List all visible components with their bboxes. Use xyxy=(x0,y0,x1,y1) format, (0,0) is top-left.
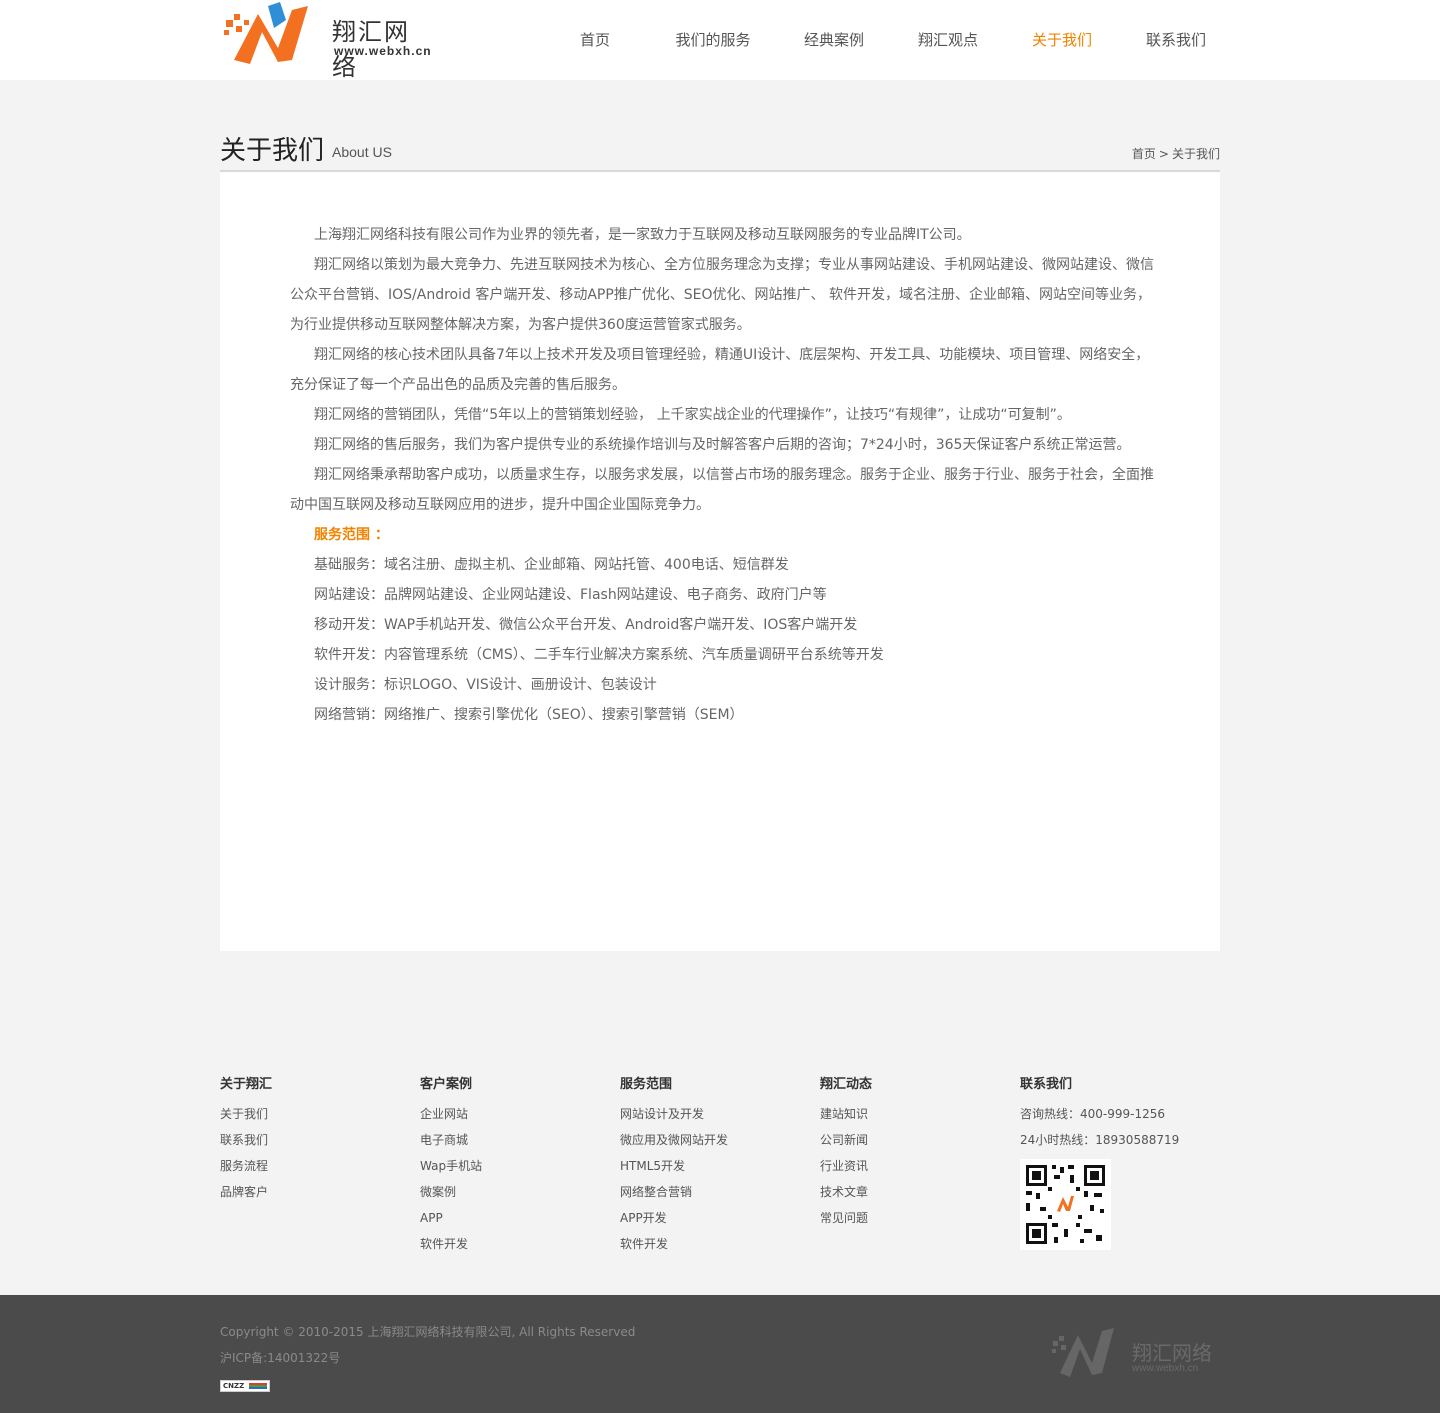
footer-col-title: 服务范围 xyxy=(620,1077,673,1092)
footer-link[interactable]: 网站设计及开发 xyxy=(620,1101,728,1127)
page-title: 关于我们 xyxy=(220,136,325,166)
logo-icon xyxy=(224,2,308,64)
nav-contact[interactable]: 联系我们 xyxy=(1117,0,1235,80)
nav-cases[interactable]: 经典案例 xyxy=(779,0,889,80)
article-paragraph: 翔汇网络秉承帮助客户成功，以质量求生存，以服务求发展，以信誉占市场的服务理念。服… xyxy=(290,467,1154,513)
footer-link[interactable]: 软件开发 xyxy=(420,1231,482,1257)
service-item: 设计服务：标识LOGO、VIS设计、画册设计、包装设计 xyxy=(314,677,657,693)
footer-col-about: 关于翔汇 关于我们 联系我们 服务流程 品牌客户 xyxy=(220,1073,272,1205)
services-heading: 服务范围 ： xyxy=(314,527,389,543)
cnzz-badge[interactable]: CNZZ xyxy=(220,1380,270,1392)
service-item: 软件开发：内容管理系统（CMS）、二手车行业解决方案系统、汽车质量调研平台系统等… xyxy=(314,647,884,663)
article-paragraph: 上海翔汇网络科技有限公司作为业界的领先者，是一家致力于互联网及移动互联网服务的专… xyxy=(314,227,971,243)
nav-services[interactable]: 我们的服务 xyxy=(647,0,779,80)
footer-link[interactable]: 电子商城 xyxy=(420,1127,482,1153)
icp-text[interactable]: 沪ICP备:14001322号 xyxy=(220,1345,635,1371)
footer-logo-url: www.webxh.cn xyxy=(1132,1363,1199,1374)
logo[interactable]: 翔汇网络 www.webxh.cn xyxy=(222,0,432,81)
article-paragraph: 翔汇网络的营销团队，凭借“5年以上的营销策划经验， 上千家实战企业的代理操作”，… xyxy=(314,407,1071,423)
footer-link[interactable]: 企业网站 xyxy=(420,1101,482,1127)
site-header: 翔汇网络 www.webxh.cn 首页 我们的服务 经典案例 翔汇观点 关于我… xyxy=(0,0,1440,81)
main-nav: 首页 我们的服务 经典案例 翔汇观点 关于我们 联系我们 xyxy=(555,0,1235,80)
footer-link[interactable]: 服务流程 xyxy=(220,1153,272,1179)
service-item: 移动开发：WAP手机站开发、微信公众平台开发、Android客户端开发、IOS客… xyxy=(314,617,858,633)
footer-col-title: 客户案例 xyxy=(420,1077,473,1092)
article-paragraph: 翔汇网络的售后服务，我们为客户提供专业的系统操作培训与及时解答客户后期的咨询；7… xyxy=(314,437,1131,453)
contact-hotline-24h: 24小时热线：18930588719 xyxy=(1020,1133,1180,1147)
service-item: 网络营销：网络推广、搜索引擎优化（SEO）、搜索引擎营销（SEM） xyxy=(314,707,744,723)
footer-col-contact: 联系我们 咨询热线：400-999-1256 24小时热线：1893058871… xyxy=(1020,1073,1220,1253)
breadcrumb-separator: > xyxy=(1158,147,1169,161)
footer-link[interactable]: 软件开发 xyxy=(620,1231,728,1257)
footer-link[interactable]: 品牌客户 xyxy=(220,1179,272,1205)
footer-link[interactable]: HTML5开发 xyxy=(620,1153,728,1179)
footer-link[interactable]: 建站知识 xyxy=(820,1101,872,1127)
footer-col-cases: 客户案例 企业网站 电子商城 Wap手机站 微案例 APP 软件开发 xyxy=(420,1073,482,1257)
footer-link[interactable]: 常见问题 xyxy=(820,1205,872,1231)
article-paragraph: 翔汇网络以策划为最大竞争力、先进互联网技术为核心、全方位服务理念为支撑；专业从事… xyxy=(290,257,1154,333)
page-title-bar: 关于我们 About US 首页 > 关于我们 xyxy=(220,128,1220,172)
breadcrumb: 首页 > 关于我们 xyxy=(1132,145,1220,162)
footer-col-title: 翔汇动态 xyxy=(820,1077,873,1092)
footer-link[interactable]: 微案例 xyxy=(420,1179,482,1205)
footer-logo-icon xyxy=(1052,1328,1114,1377)
footer-link[interactable]: 公司新闻 xyxy=(820,1127,872,1153)
cnzz-flag-icon xyxy=(249,1383,267,1389)
service-item: 基础服务：域名注册、虚拟主机、企业邮箱、网站托管、400电话、短信群发 xyxy=(314,557,789,573)
footer-link[interactable]: 联系我们 xyxy=(220,1127,272,1153)
footer-links: 关于翔汇 关于我们 联系我们 服务流程 品牌客户 客户案例 企业网站 电子商城 … xyxy=(0,1041,1440,1295)
logo-url: www.webxh.cn xyxy=(334,44,432,58)
nav-views[interactable]: 翔汇观点 xyxy=(889,0,1007,80)
qr-code-icon xyxy=(1020,1159,1111,1250)
footer-link[interactable]: APP xyxy=(420,1205,482,1231)
content-panel: 上海翔汇网络科技有限公司作为业界的领先者，是一家致力于互联网及移动互联网服务的专… xyxy=(220,172,1220,951)
footer-col-news: 翔汇动态 建站知识 公司新闻 行业资讯 技术文章 常见问题 xyxy=(820,1073,872,1231)
footer-col-services: 服务范围 网站设计及开发 微应用及微网站开发 HTML5开发 网络整合营销 AP… xyxy=(620,1073,728,1257)
qr-code-image xyxy=(1020,1159,1111,1250)
footer-link[interactable]: Wap手机站 xyxy=(420,1153,482,1179)
footer-col-title: 关于翔汇 xyxy=(220,1077,273,1092)
cnzz-badge-label: CNZZ xyxy=(223,1382,245,1390)
footer-link[interactable]: 网络整合营销 xyxy=(620,1179,728,1205)
breadcrumb-home[interactable]: 首页 xyxy=(1132,147,1156,161)
footer-link[interactable]: 微应用及微网站开发 xyxy=(620,1127,728,1153)
article-paragraph: 翔汇网络的核心技术团队具备7年以上技术开发及项目管理经验，精通UI设计、底层架构… xyxy=(290,347,1150,393)
footer-link[interactable]: 行业资讯 xyxy=(820,1153,872,1179)
nav-home[interactable]: 首页 xyxy=(555,0,635,80)
copyright-text: Copyright © 2010-2015 上海翔汇网络科技有限公司, All … xyxy=(220,1325,636,1339)
page-subtitle: About US xyxy=(332,144,392,160)
footer-link[interactable]: APP开发 xyxy=(620,1205,728,1231)
service-item: 网站建设：品牌网站建设、企业网站建设、Flash网站建设、电子商务、政府门户等 xyxy=(314,587,827,603)
breadcrumb-current[interactable]: 关于我们 xyxy=(1172,147,1220,161)
nav-about[interactable]: 关于我们 xyxy=(1007,0,1117,80)
footer-logo: 翔汇网络 www.webxh.cn xyxy=(1050,1323,1220,1383)
copyright-block: Copyright © 2010-2015 上海翔汇网络科技有限公司, All … xyxy=(220,1319,635,1397)
about-article: 上海翔汇网络科技有限公司作为业界的领先者，是一家致力于互联网及移动互联网服务的专… xyxy=(290,220,1160,730)
footer-link[interactable]: 关于我们 xyxy=(220,1101,272,1127)
footer-logo-title: 翔汇网络 xyxy=(1132,1341,1212,1365)
footer-col-title: 联系我们 xyxy=(1020,1077,1073,1092)
contact-hotline: 咨询热线：400-999-1256 xyxy=(1020,1107,1166,1121)
bottom-bar: Copyright © 2010-2015 上海翔汇网络科技有限公司, All … xyxy=(0,1295,1440,1413)
footer-link[interactable]: 技术文章 xyxy=(820,1179,872,1205)
